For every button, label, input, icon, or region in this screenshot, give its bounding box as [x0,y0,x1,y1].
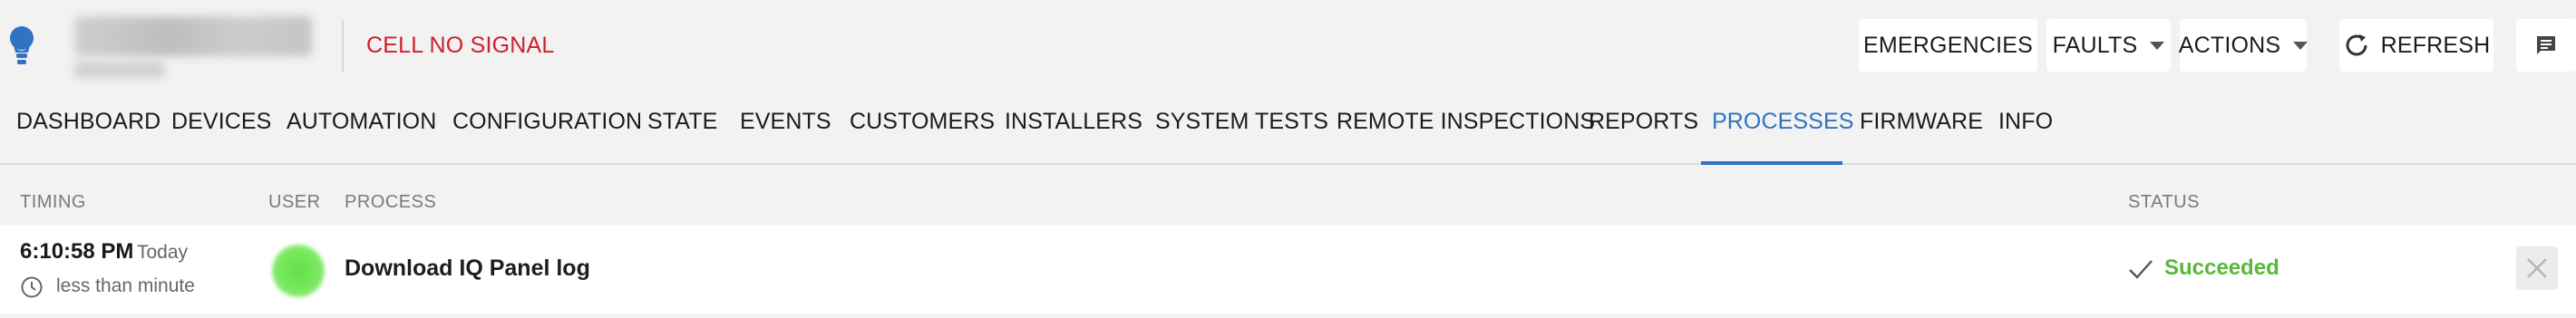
tab-configuration[interactable]: CONFIGURATION [452,109,642,135]
tab-customers[interactable]: CUSTOMERS [850,109,995,135]
cell-signal-status: CELL NO SIGNAL [366,33,555,58]
actions-button-label: ACTIONS [2178,32,2281,58]
tab-devices[interactable]: DEVICES [171,109,271,135]
tab-state[interactable]: STATE [647,109,717,135]
tab-remote-inspections[interactable]: REMOTE INSPECTIONS [1337,109,1595,135]
process-duration: less than minute [56,275,195,296]
chevron-down-icon [2150,41,2165,50]
tab-system-tests[interactable]: SYSTEM TESTS [1155,109,1328,135]
checkmark-icon [2129,260,2153,279]
status-badge: Succeeded [2164,255,2280,280]
tab-info[interactable]: INFO [1998,109,2053,135]
refresh-button-label: REFRESH [2380,32,2491,58]
column-header-process[interactable]: PROCESS [345,192,436,213]
refresh-icon [2346,34,2367,56]
dismiss-button[interactable] [2516,246,2558,290]
emergencies-button[interactable]: EMERGENCIES [1859,19,2037,72]
lightbulb-icon [10,26,34,64]
tab-reports[interactable]: REPORTS [1589,109,1698,135]
emergencies-button-label: EMERGENCIES [1863,32,2033,58]
tab-processes[interactable]: PROCESSES [1712,109,1854,135]
messages-button[interactable] [2516,19,2576,72]
faults-button-label: FAULTS [2052,32,2138,58]
process-name: Download IQ Panel log [345,255,590,281]
tab-installers[interactable]: INSTALLERS [1005,109,1142,135]
header-divider [342,20,344,72]
tab-events[interactable]: EVENTS [740,109,831,135]
active-tab-indicator [1701,161,1842,165]
tab-dashboard[interactable]: DASHBOARD [16,109,160,135]
tab-automation[interactable]: AUTOMATION [287,109,436,135]
column-header-timing[interactable]: TIMING [20,192,86,213]
chevron-down-icon [2293,41,2309,50]
column-header-status[interactable]: STATUS [2128,192,2200,213]
process-day: Today [137,242,189,263]
table-row[interactable]: 6:10:58 PM Today less than minute Downlo… [0,225,2576,313]
actions-button[interactable]: ACTIONS [2178,19,2309,72]
panel-name-redacted [74,16,312,78]
column-header-user[interactable]: USER [268,192,321,213]
faults-button[interactable]: FAULTS [2046,19,2171,72]
app-root: CELL NO SIGNAL EMERGENCIES FAULTS ACTION… [0,0,2576,318]
close-icon [2527,258,2547,278]
user-avatar [272,245,325,297]
clock-icon [21,276,43,298]
message-icon [2537,36,2555,54]
refresh-button[interactable]: REFRESH [2339,19,2493,72]
top-bar: CELL NO SIGNAL EMERGENCIES FAULTS ACTION… [0,0,2576,91]
tab-firmware[interactable]: FIRMWARE [1860,109,1983,135]
process-time: 6:10:58 PM [20,239,134,264]
main-nav: DASHBOARD DEVICES AUTOMATION CONFIGURATI… [0,91,2576,165]
